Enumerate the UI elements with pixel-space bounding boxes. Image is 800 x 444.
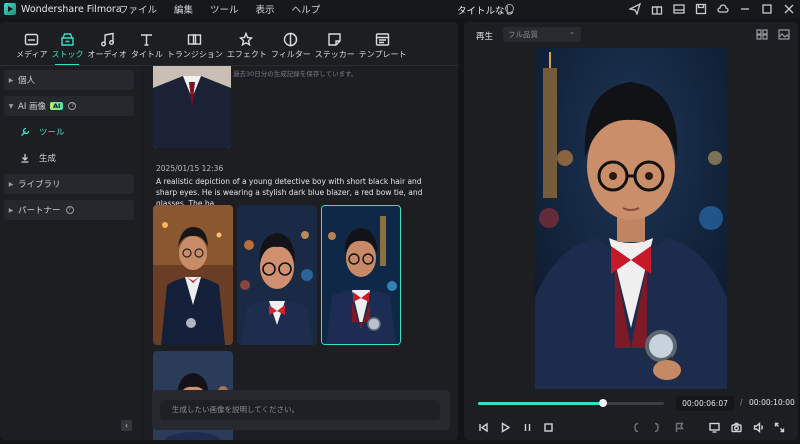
caret-right-icon: ▶ (8, 76, 14, 84)
prompt-input-container: 生成したい画像を説明してください。 (152, 390, 450, 430)
display-settings-button[interactable] (707, 420, 721, 434)
current-time: 00:00:06:07 (676, 396, 734, 411)
playhead-handle[interactable] (598, 399, 607, 407)
audio-icon (100, 32, 114, 47)
sticker-icon (328, 33, 341, 46)
monitor-icon (708, 422, 720, 433)
mark-out-button[interactable] (649, 420, 663, 434)
filter-icon (284, 32, 298, 47)
tab-stock[interactable]: ストック (51, 22, 83, 66)
generated-image-thumbnail-selected[interactable] (321, 205, 401, 345)
title-icon (141, 34, 153, 46)
wrench-icon (21, 127, 30, 136)
grid-view-icon[interactable] (756, 29, 768, 40)
tab-sticker[interactable]: ステッカー (315, 22, 355, 64)
sidebar-item-ai-image[interactable]: ▼ AI 画像 AI ? (4, 96, 134, 116)
generated-image-thumbnail[interactable] (153, 66, 231, 148)
previous-frame-button[interactable] (476, 420, 490, 434)
timeline-progress (478, 402, 603, 405)
effect-icon (239, 32, 254, 47)
player-label: 再生 (476, 32, 494, 42)
menu-file[interactable]: ファイル (119, 2, 157, 16)
cloud-icon[interactable] (716, 2, 730, 16)
mark-in-icon (633, 422, 638, 432)
stop-button[interactable] (541, 420, 555, 434)
menu-view[interactable]: 表示 (256, 2, 275, 16)
tab-audio[interactable]: オーディオ (87, 22, 127, 64)
sidebar-nav: ▶ 個人 ▼ AI 画像 AI ? ツール 生成 ▶ ライブラリ ▶ パートナー… (4, 70, 134, 436)
pause-button[interactable] (520, 420, 534, 434)
filmora-logo-icon (4, 3, 16, 15)
caret-right-icon: ▶ (8, 180, 14, 188)
history-note: 過去30日分の生成記録を保存しています。 (233, 70, 358, 78)
player-panel: 再生 フル品質 ⌄ 00:00:06:07 / 00:00:10:00 (464, 22, 798, 440)
expand-icon (774, 422, 784, 432)
mark-in-button[interactable] (629, 420, 643, 434)
tab-transition[interactable]: トランジション (167, 22, 223, 64)
generated-image-thumbnail[interactable] (153, 205, 233, 345)
volume-button[interactable] (751, 420, 765, 434)
ai-badge: AI (50, 102, 64, 110)
snapshot-image-icon[interactable] (778, 29, 790, 40)
menu-tools[interactable]: ツール (210, 2, 239, 16)
stop-icon (543, 422, 553, 432)
save-status-icon (505, 4, 514, 13)
generated-images-list: 過去30日分の生成記録を保存しています。 2025/01/15 12:36 A … (143, 66, 456, 440)
sidebar-item-generate[interactable]: 生成 (4, 148, 134, 168)
play-button[interactable] (498, 420, 512, 434)
save-icon[interactable] (694, 2, 708, 16)
media-icon (25, 33, 39, 46)
sidebar-item-library[interactable]: ▶ ライブラリ (4, 174, 134, 194)
sidebar-item-partner[interactable]: ▶ パートナー ? (4, 200, 134, 220)
library-panel: メディア ストック オーディオ タイトル トランジション エフェクト フィルター (0, 22, 458, 440)
marker-button[interactable] (672, 420, 686, 434)
generated-image-thumbnail[interactable] (237, 205, 317, 345)
menu-bar: ファイル 編集 ツール 表示 ヘルプ (119, 2, 337, 16)
time-separator: / (740, 398, 743, 407)
camera-icon (730, 422, 742, 432)
total-time: 00:00:10:00 (749, 398, 795, 407)
menu-edit[interactable]: 編集 (174, 2, 193, 16)
play-icon (501, 421, 510, 433)
tab-template[interactable]: テンプレート (359, 22, 407, 64)
template-icon (375, 33, 390, 46)
menu-help[interactable]: ヘルプ (292, 2, 321, 16)
transition-icon (188, 34, 202, 45)
marker-flag-icon (675, 422, 684, 432)
playback-timeline[interactable] (478, 399, 664, 407)
snapshot-button[interactable] (729, 420, 743, 434)
maximize-icon[interactable] (760, 2, 774, 16)
gift-icon[interactable] (650, 2, 664, 16)
download-icon (21, 154, 29, 163)
app-name: Wondershare Filmora (21, 3, 122, 15)
sidebar-item-tools[interactable]: ツール (4, 122, 134, 142)
tab-media[interactable]: メディア (16, 22, 47, 64)
caret-right-icon: ▶ (8, 206, 14, 214)
fullscreen-button[interactable] (772, 420, 786, 434)
step-back-icon (478, 422, 488, 432)
tab-filter[interactable]: フィルター (271, 22, 311, 64)
generation-date: 2025/01/15 12:36 (156, 164, 224, 173)
send-icon[interactable] (628, 2, 642, 16)
help-icon[interactable]: ? (65, 206, 74, 214)
speaker-icon (753, 421, 763, 433)
video-preview[interactable] (535, 48, 727, 389)
stock-icon (61, 33, 74, 46)
tab-title[interactable]: タイトル (131, 22, 163, 64)
help-icon[interactable]: ? (68, 102, 77, 110)
quality-select[interactable]: フル品質 (503, 24, 581, 42)
minimize-icon[interactable] (738, 2, 752, 16)
pause-icon (524, 423, 530, 431)
asset-toolbar: メディア ストック オーディオ タイトル トランジション エフェクト フィルター (0, 22, 458, 66)
close-icon[interactable] (782, 2, 796, 16)
mark-out-icon (654, 422, 659, 432)
layout-icon[interactable] (672, 2, 686, 16)
prompt-input[interactable]: 生成したい画像を説明してください。 (160, 400, 440, 420)
tab-effect[interactable]: エフェクト (227, 22, 267, 64)
collapse-sidebar-button[interactable]: ‹ (121, 420, 132, 431)
caret-down-icon: ▼ (8, 102, 14, 110)
sidebar-item-personal[interactable]: ▶ 個人 (4, 70, 134, 90)
title-bar: Wondershare Filmora ファイル 編集 ツール 表示 ヘルプ タ… (0, 0, 800, 18)
